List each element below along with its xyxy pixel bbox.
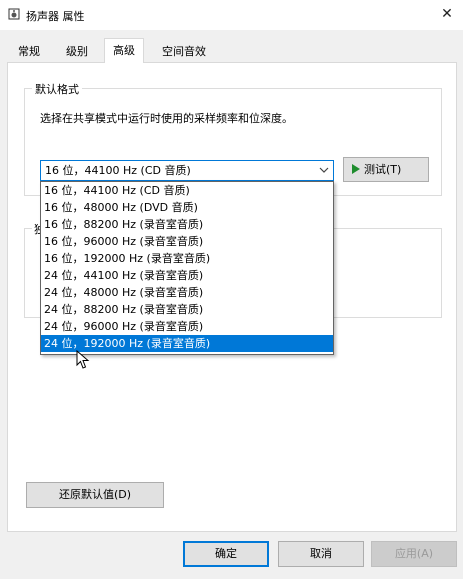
list-item[interactable]: 16 位，88200 Hz (录音室音质)	[41, 216, 333, 233]
ok-button[interactable]: 确定	[183, 541, 269, 567]
list-item[interactable]: 24 位，88200 Hz (录音室音质)	[41, 301, 333, 318]
cancel-button[interactable]: 取消	[278, 541, 364, 567]
tab-general[interactable]: 常规	[10, 42, 48, 62]
tab-advanced[interactable]: 高级	[104, 38, 144, 63]
list-item[interactable]: 16 位，48000 Hz (DVD 音质)	[41, 199, 333, 216]
test-button-label: 测试(T)	[364, 163, 402, 176]
sample-format-value: 16 位，44100 Hz (CD 音质)	[45, 164, 191, 177]
close-icon: ✕	[441, 6, 453, 22]
tab-levels[interactable]: 级别	[58, 42, 96, 62]
apply-button[interactable]: 应用(A)	[371, 541, 457, 567]
play-icon	[352, 164, 360, 174]
window-title: 扬声器 属性	[26, 10, 85, 23]
list-item[interactable]: 16 位，44100 Hz (CD 音质)	[41, 182, 333, 199]
mouse-cursor-icon	[76, 349, 90, 370]
test-button[interactable]: 测试(T)	[343, 157, 429, 182]
sample-format-dropdown: 16 位，44100 Hz (CD 音质) 16 位，48000 Hz (DVD…	[40, 181, 334, 355]
list-item[interactable]: 16 位，96000 Hz (录音室音质)	[41, 233, 333, 250]
list-item[interactable]: 24 位，96000 Hz (录音室音质)	[41, 318, 333, 335]
list-item[interactable]: 24 位，48000 Hz (录音室音质)	[41, 284, 333, 301]
default-format-description: 选择在共享模式中运行时使用的采样频率和位深度。	[40, 112, 293, 125]
chevron-down-icon[interactable]	[318, 163, 330, 177]
speaker-icon	[8, 8, 20, 20]
tab-spatial-sound[interactable]: 空间音效	[154, 42, 214, 62]
close-button[interactable]: ✕	[433, 2, 461, 26]
list-item[interactable]: 24 位，44100 Hz (录音室音质)	[41, 267, 333, 284]
default-format-legend: 默认格式	[32, 81, 82, 97]
list-item[interactable]: 16 位，192000 Hz (录音室音质)	[41, 250, 333, 267]
restore-defaults-button[interactable]: 还原默认值(D)	[26, 482, 164, 508]
sample-format-select[interactable]: 16 位，44100 Hz (CD 音质)	[40, 160, 334, 181]
